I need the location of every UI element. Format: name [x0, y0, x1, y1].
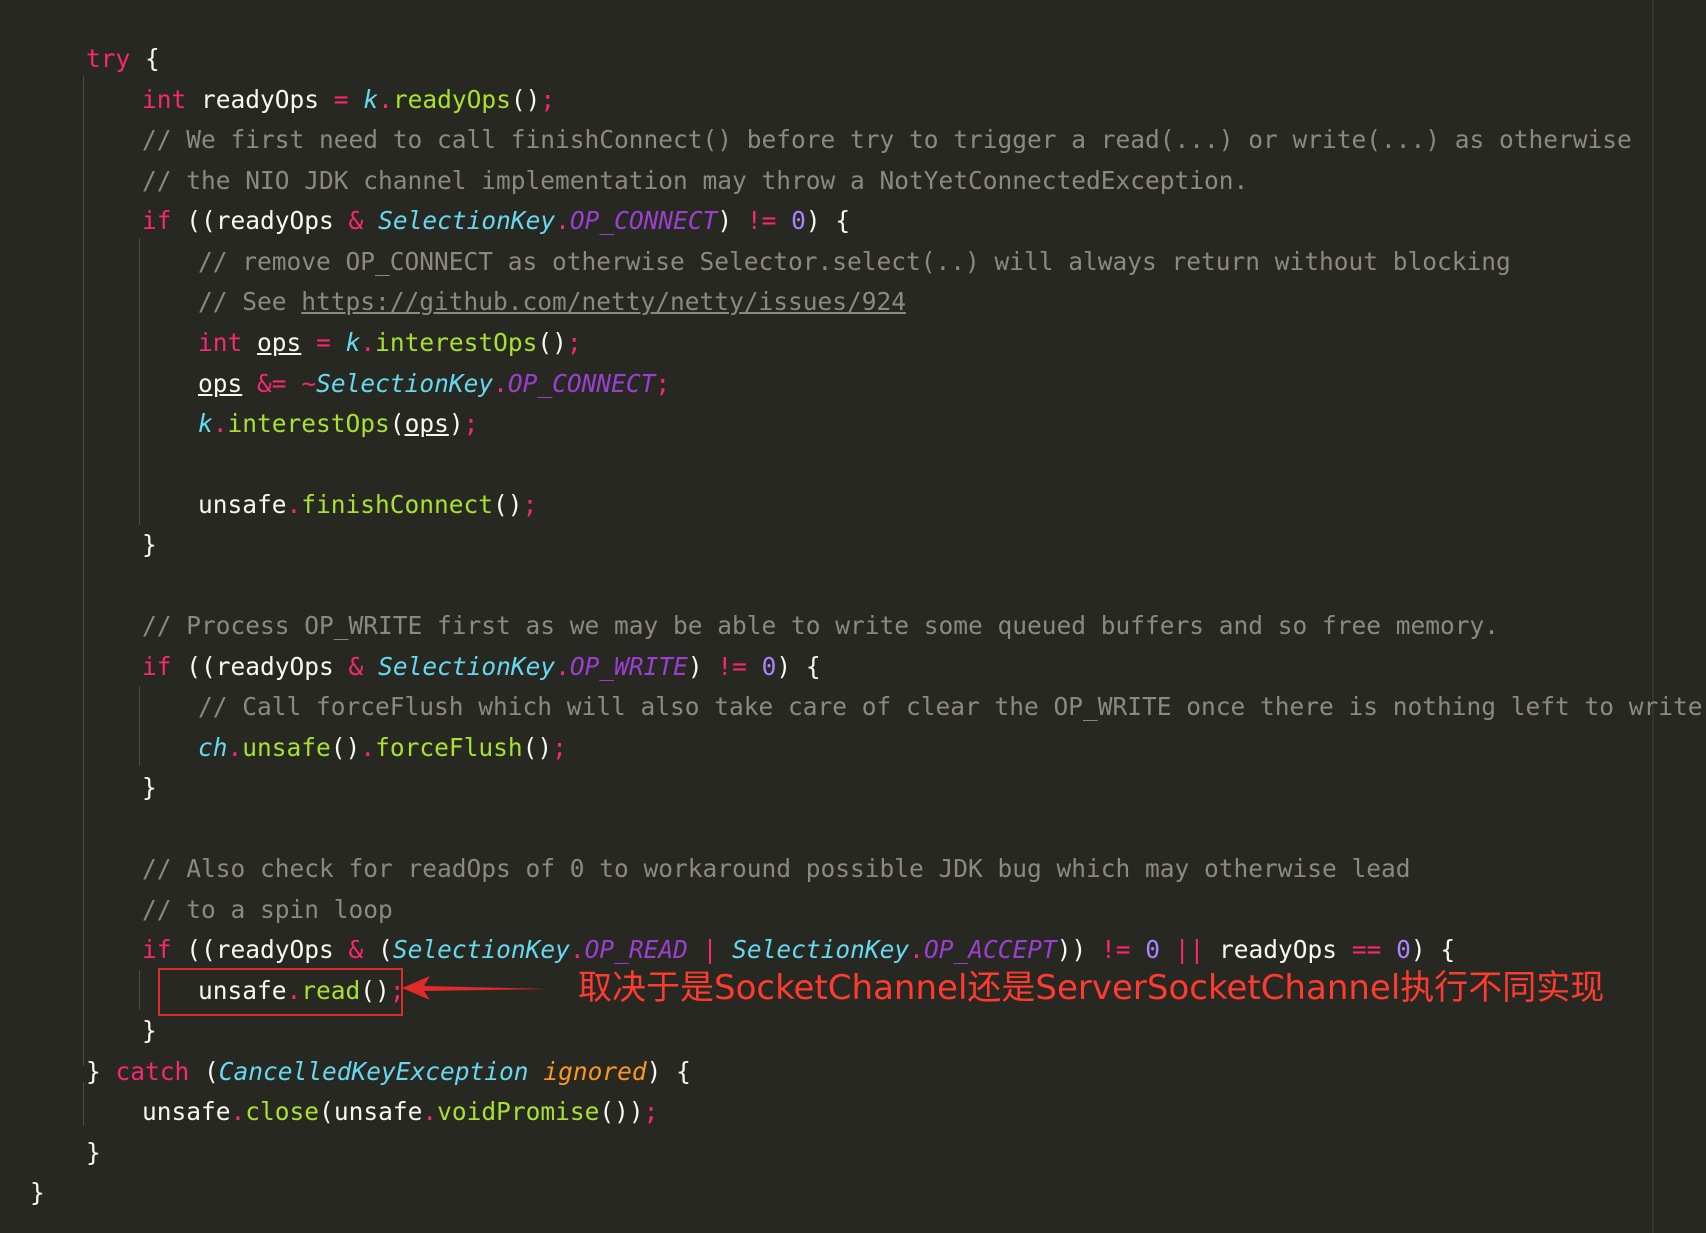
- comment-line-3[interactable]: // We first need to call finishConnect()…: [142, 120, 1632, 160]
- code-line-12[interactable]: }: [142, 525, 157, 565]
- code-editor[interactable]: try { int readyOps = k.readyOps(); // We…: [0, 0, 1706, 1233]
- annotation-arrow-icon: [402, 976, 548, 1000]
- comment-line-15[interactable]: // Call forceFlush which will also take …: [198, 687, 1703, 727]
- comment-line-18[interactable]: // Also check for readOps of 0 to workar…: [142, 849, 1411, 889]
- code-line-16[interactable]: ch.unsafe().forceFlush();: [198, 728, 567, 768]
- comment-line-7[interactable]: // See https://github.com/netty/netty/is…: [198, 282, 906, 322]
- annotation-label: 取决于是SocketChannel还是ServerSocketChannel执行…: [578, 968, 1605, 1008]
- comment-line-4[interactable]: // the NIO JDK channel implementation ma…: [142, 161, 1248, 201]
- comment-line-13[interactable]: // Process OP_WRITE first as we may be a…: [142, 606, 1499, 646]
- code-line-10[interactable]: k.interestOps(ops);: [198, 404, 478, 444]
- code-line-11[interactable]: unsafe.finishConnect();: [198, 485, 537, 525]
- code-line-20[interactable]: if ((readyOps & (SelectionKey.OP_READ | …: [142, 930, 1455, 970]
- comment-line-6[interactable]: // remove OP_CONNECT as otherwise Select…: [198, 242, 1511, 282]
- code-line-23[interactable]: } catch (CancelledKeyException ignored) …: [86, 1052, 691, 1092]
- code-line-1[interactable]: try {: [86, 39, 160, 79]
- code-line-9[interactable]: ops &= ~SelectionKey.OP_CONNECT;: [198, 364, 670, 404]
- code-line-8[interactable]: int ops = k.interestOps();: [198, 323, 582, 363]
- code-line-17[interactable]: }: [142, 768, 157, 808]
- code-line-2[interactable]: int readyOps = k.readyOps();: [142, 80, 555, 120]
- highlight-box: [158, 968, 403, 1016]
- comment-line-19[interactable]: // to a spin loop: [142, 890, 393, 930]
- indent-guide: [83, 1082, 84, 1126]
- indent-guide: [139, 970, 140, 1010]
- code-line-14[interactable]: if ((readyOps & SelectionKey.OP_WRITE) !…: [142, 647, 821, 687]
- code-line-25[interactable]: }: [86, 1133, 101, 1173]
- issue-link[interactable]: https://github.com/netty/netty/issues/92…: [301, 287, 906, 316]
- code-line-24[interactable]: unsafe.close(unsafe.voidPromise());: [142, 1092, 658, 1132]
- indent-guide: [139, 686, 140, 766]
- indent-guide: [83, 76, 84, 1066]
- indent-guide: [139, 238, 140, 525]
- code-line-26[interactable]: }: [30, 1173, 45, 1213]
- code-line-22[interactable]: }: [142, 1011, 157, 1051]
- code-line-5[interactable]: if ((readyOps & SelectionKey.OP_CONNECT)…: [142, 201, 850, 241]
- right-margin-guide: [1652, 0, 1654, 1233]
